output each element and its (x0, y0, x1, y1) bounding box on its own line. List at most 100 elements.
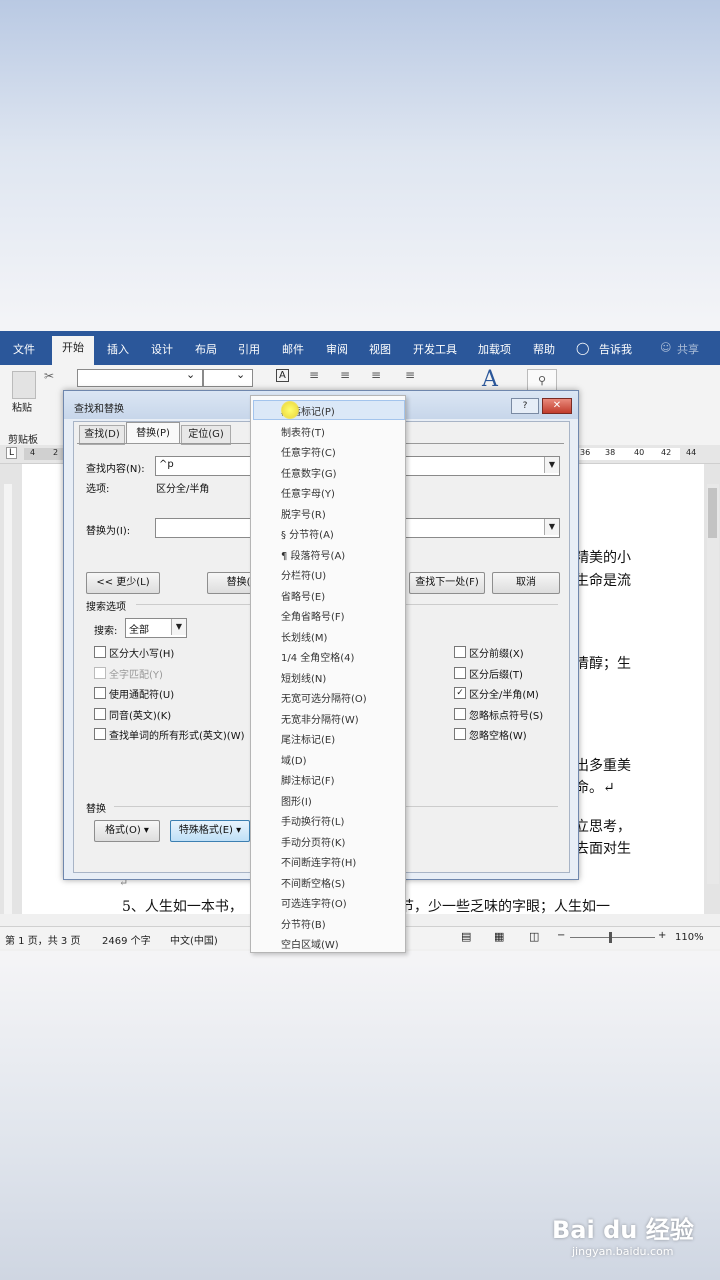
menu-item[interactable]: 图形(I) (281, 793, 312, 808)
paste-icon[interactable] (12, 371, 36, 399)
tab-home[interactable]: 开始 (52, 336, 94, 365)
menu-item[interactable]: 长划线(M) (281, 629, 327, 644)
ignore-space-checkbox[interactable] (454, 728, 466, 740)
match-width-checkbox[interactable]: ✓ (454, 687, 466, 699)
numbering-icon[interactable]: ≡ (340, 368, 350, 382)
tab-mailings[interactable]: 邮件 (282, 341, 304, 357)
ignore-punct-checkbox[interactable] (454, 708, 466, 720)
wildcards-checkbox[interactable] (94, 687, 106, 699)
zoom-in-icon[interactable]: + (658, 930, 666, 941)
tab-insert[interactable]: 插入 (107, 341, 129, 357)
menu-item[interactable]: 短划线(N) (281, 670, 326, 685)
menu-item[interactable]: 可选连字符(O) (281, 895, 347, 910)
match-prefix-checkbox[interactable] (454, 646, 466, 658)
tab-view[interactable]: 视图 (369, 341, 391, 357)
vertical-scrollbar[interactable] (707, 484, 719, 884)
indent-icon[interactable]: ≡ (405, 368, 415, 382)
zoom-level[interactable]: 110% (675, 932, 704, 943)
menu-item[interactable]: 任意字母(Y) (281, 485, 335, 500)
doc-line: 立思考， (575, 819, 631, 835)
menu-item[interactable]: 域(D) (281, 752, 307, 767)
language[interactable]: 中文(中国) (170, 932, 218, 947)
menu-item[interactable]: 无宽可选分隔符(O) (281, 690, 367, 705)
menu-item[interactable]: 脚注标记(F) (281, 772, 335, 787)
menu-item[interactable]: 不间断连字符(H) (281, 854, 356, 869)
search-direction-select[interactable]: 全部 ▼ (125, 618, 187, 638)
ruler-tick: 2 (53, 448, 59, 457)
menu-item[interactable]: 分节符(B) (281, 916, 326, 931)
zoom-thumb[interactable] (609, 932, 612, 943)
menu-item[interactable]: 脱字号(R) (281, 506, 326, 521)
tab-references[interactable]: 引用 (238, 341, 260, 357)
tab-review[interactable]: 审阅 (326, 341, 348, 357)
find-next-button[interactable]: 查找下一处(F) (409, 572, 485, 594)
cancel-button[interactable]: 取消 (492, 572, 560, 594)
menu-item[interactable]: 尾注标记(E) (281, 731, 335, 746)
match-case-checkbox[interactable] (94, 646, 106, 658)
menu-item[interactable]: 任意数字(G) (281, 465, 337, 480)
ruler-tick: 4 (30, 448, 36, 457)
menu-item[interactable]: § 分节符(A) (281, 526, 334, 541)
menu-item[interactable]: 省略号(E) (281, 588, 325, 603)
web-layout-icon[interactable]: ◫ (529, 930, 539, 943)
tab-developer[interactable]: 开发工具 (413, 341, 457, 357)
word-count[interactable]: 2469 个字 (102, 932, 151, 947)
ignore-space-label: 忽略空格(W) (469, 731, 527, 742)
tab-stop-selector[interactable]: L (6, 447, 17, 459)
char-border-icon[interactable]: A (276, 369, 289, 382)
doc-line: 生命是流 (575, 573, 631, 589)
print-layout-icon[interactable]: ▦ (494, 930, 504, 943)
cut-icon[interactable]: ✂ (44, 369, 54, 383)
chevron-down-icon[interactable]: ▼ (171, 619, 186, 635)
less-button[interactable]: << 更少(L) (86, 572, 160, 594)
match-width-label: 区分全/半角(M) (469, 690, 539, 701)
read-mode-icon[interactable]: ▤ (461, 930, 471, 943)
search-direction-value: 全部 (129, 625, 149, 636)
font-name-select[interactable] (77, 369, 203, 387)
tab-find[interactable]: 查找(D) (79, 425, 125, 445)
tab-layout[interactable]: 布局 (195, 341, 217, 357)
font-size-select[interactable] (203, 369, 253, 387)
help-button[interactable]: ? (511, 398, 539, 414)
special-format-button[interactable]: 特殊格式(E) ▾ (170, 820, 250, 842)
menu-item[interactable]: 不间断空格(S) (281, 875, 345, 890)
zoom-out-icon[interactable]: − (557, 930, 565, 941)
tell-me-box[interactable]: 告诉我 (599, 341, 632, 357)
doc-line: 出多重美 (575, 758, 631, 774)
tab-replace[interactable]: 替换(P) (126, 422, 180, 444)
page-count[interactable]: 第 1 页，共 3 页 (5, 932, 80, 947)
sounds-like-checkbox[interactable] (94, 708, 106, 720)
tab-file[interactable]: 文件 (13, 341, 35, 357)
clipboard-label: 剪贴板 (8, 435, 38, 446)
tab-design[interactable]: 设计 (151, 341, 173, 357)
close-icon[interactable]: ✕ (542, 398, 572, 414)
menu-item[interactable]: 制表符(T) (281, 424, 325, 439)
chevron-down-icon: ⌄ (186, 368, 196, 381)
tab-addins[interactable]: 加载项 (478, 341, 511, 357)
tab-goto[interactable]: 定位(G) (181, 425, 231, 445)
match-suffix-checkbox[interactable] (454, 667, 466, 679)
chevron-down-icon[interactable]: ▼ (544, 457, 559, 473)
menu-item[interactable]: 全角省略号(F) (281, 608, 345, 623)
menu-item[interactable]: 分栏符(U) (281, 567, 326, 582)
replace-heading: 替换 (86, 804, 106, 815)
menu-item[interactable]: 无宽非分隔符(W) (281, 711, 359, 726)
menu-item[interactable]: 1/4 全角空格(4) (281, 649, 354, 664)
paste-label[interactable]: 粘贴 (12, 399, 32, 414)
menu-item[interactable]: 空白区域(W) (281, 936, 339, 951)
chevron-down-icon[interactable]: ▼ (544, 519, 559, 535)
special-format-menu: 段落标记(P) 制表符(T) 任意字符(C) 任意数字(G) 任意字母(Y) 脱字号(R)… (250, 395, 406, 953)
menu-item[interactable]: 手动换行符(L) (281, 813, 344, 828)
bullets-icon[interactable]: ≡ (309, 368, 319, 382)
tab-help[interactable]: 帮助 (533, 341, 555, 357)
share-button[interactable]: 共享 (677, 341, 699, 357)
styles-icon[interactable]: A (482, 367, 498, 392)
zoom-slider[interactable] (570, 937, 655, 938)
match-case-label: 区分大小写(H) (109, 649, 175, 660)
menu-item[interactable]: 任意字符(C) (281, 444, 336, 459)
format-button[interactable]: 格式(O) ▾ (94, 820, 160, 842)
menu-item[interactable]: ¶ 段落符号(A) (281, 547, 345, 562)
all-word-forms-checkbox[interactable] (94, 728, 106, 740)
multilevel-list-icon[interactable]: ≡ (371, 368, 381, 382)
menu-item[interactable]: 手动分页符(K) (281, 834, 345, 849)
